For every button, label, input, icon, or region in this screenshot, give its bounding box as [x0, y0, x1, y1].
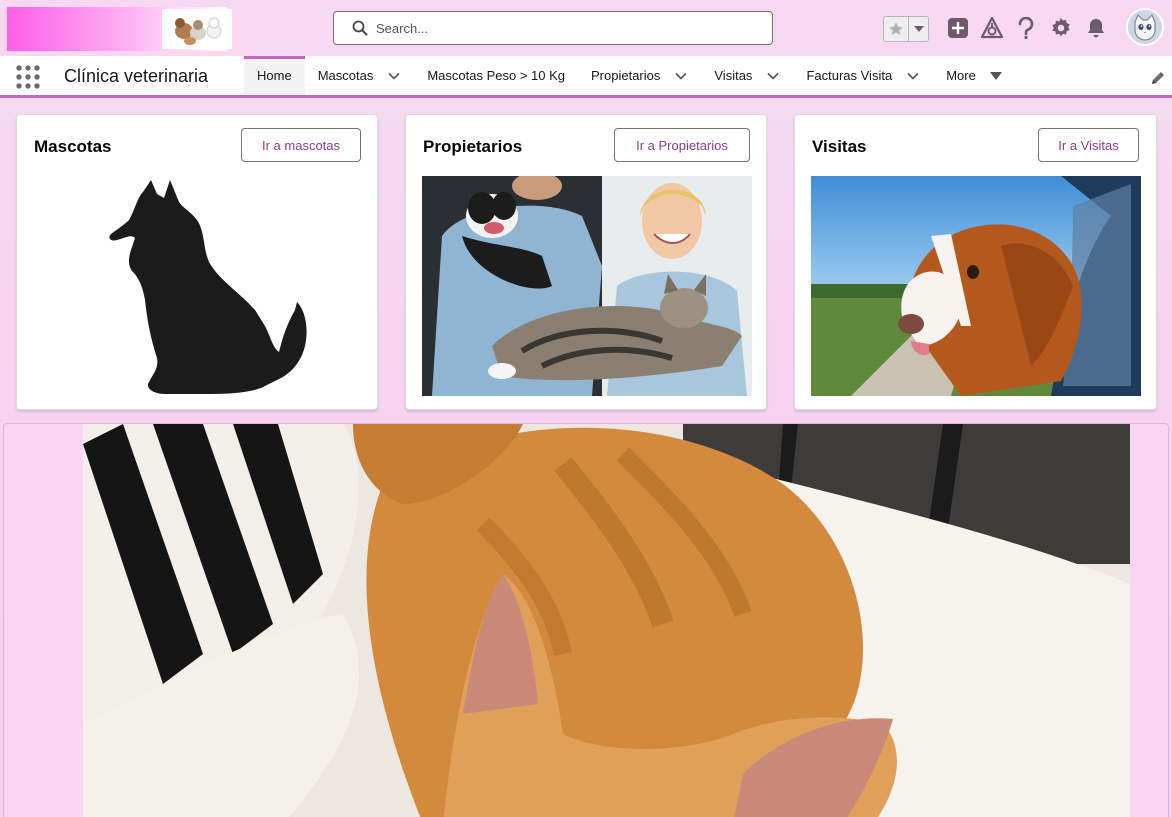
favorites-menu-icon[interactable] — [909, 16, 929, 42]
card-title: Mascotas — [34, 137, 112, 156]
nav-item-facturas-visita[interactable]: Facturas Visita — [793, 56, 933, 95]
nav-item-mascotas[interactable]: Mascotas — [305, 56, 415, 95]
chevron-down-icon[interactable] — [387, 69, 401, 83]
chevron-down-icon[interactable] — [674, 69, 688, 83]
ir-a-visitas-button[interactable]: Ir a Visitas — [1038, 128, 1139, 162]
trailhead-icon[interactable] — [980, 16, 1004, 40]
favorites-star-icon[interactable] — [883, 16, 909, 42]
nav-item-label: Mascotas Peso > 10 Kg — [427, 68, 565, 83]
card-mascotas: Mascotas Ir a mascotas — [16, 114, 378, 410]
nav-item-more[interactable]: More — [933, 56, 1015, 95]
nav-item-mascotas-peso[interactable]: Mascotas Peso > 10 Kg — [414, 56, 578, 95]
favorites-group — [883, 16, 929, 42]
user-avatar[interactable] — [1126, 8, 1164, 46]
dog-in-car-window-image — [811, 176, 1141, 396]
ir-a-mascotas-button[interactable]: Ir a mascotas — [241, 128, 361, 162]
global-header — [0, 0, 1172, 56]
nav-item-label: Propietarios — [591, 68, 661, 83]
caret-down-icon — [989, 71, 1002, 80]
app-launcher-icon[interactable] — [16, 65, 40, 89]
search-icon — [352, 20, 368, 36]
card-title: Propietarios — [423, 137, 523, 156]
help-icon[interactable] — [1014, 16, 1038, 40]
app-nav-bar: Clínica veterinaria Home Mascotas Mascot… — [0, 56, 1172, 98]
hero-image-panel — [3, 423, 1169, 817]
search-input[interactable] — [376, 20, 756, 36]
edit-nav-pencil-icon[interactable] — [1150, 70, 1166, 86]
ir-a-propietarios-button[interactable]: Ir a Propietarios — [614, 128, 750, 162]
card-visitas: Visitas Ir a Visitas — [794, 114, 1157, 410]
brand-pets-image — [162, 9, 232, 49]
chevron-down-icon[interactable] — [766, 69, 780, 83]
nav-item-propietarios[interactable]: Propietarios — [578, 56, 701, 95]
notifications-bell-icon[interactable] — [1084, 16, 1108, 40]
chevron-down-icon[interactable] — [906, 69, 920, 83]
sleeping-orange-cat-image — [83, 424, 1130, 817]
global-actions-add-icon[interactable] — [946, 16, 970, 40]
owners-with-pets-image — [422, 176, 752, 396]
nav-item-label: Home — [257, 68, 292, 83]
brand-logo[interactable] — [7, 7, 232, 51]
card-propietarios: Propietarios Ir a Propietarios — [405, 114, 767, 410]
card-title: Visitas — [812, 137, 867, 156]
nav-item-visitas[interactable]: Visitas — [701, 56, 793, 95]
global-search[interactable] — [333, 11, 773, 45]
nav-item-label: Facturas Visita — [806, 68, 893, 83]
app-name: Clínica veterinaria — [64, 66, 209, 86]
nav-more-label: More — [946, 68, 976, 83]
setup-gear-icon[interactable] — [1049, 16, 1073, 40]
dog-silhouette-image — [33, 176, 363, 396]
nav-item-label: Visitas — [714, 68, 753, 83]
nav-item-home[interactable]: Home — [244, 56, 305, 95]
nav-items: Home Mascotas Mascotas Peso > 10 Kg Prop… — [244, 56, 1015, 95]
nav-item-label: Mascotas — [317, 68, 374, 83]
